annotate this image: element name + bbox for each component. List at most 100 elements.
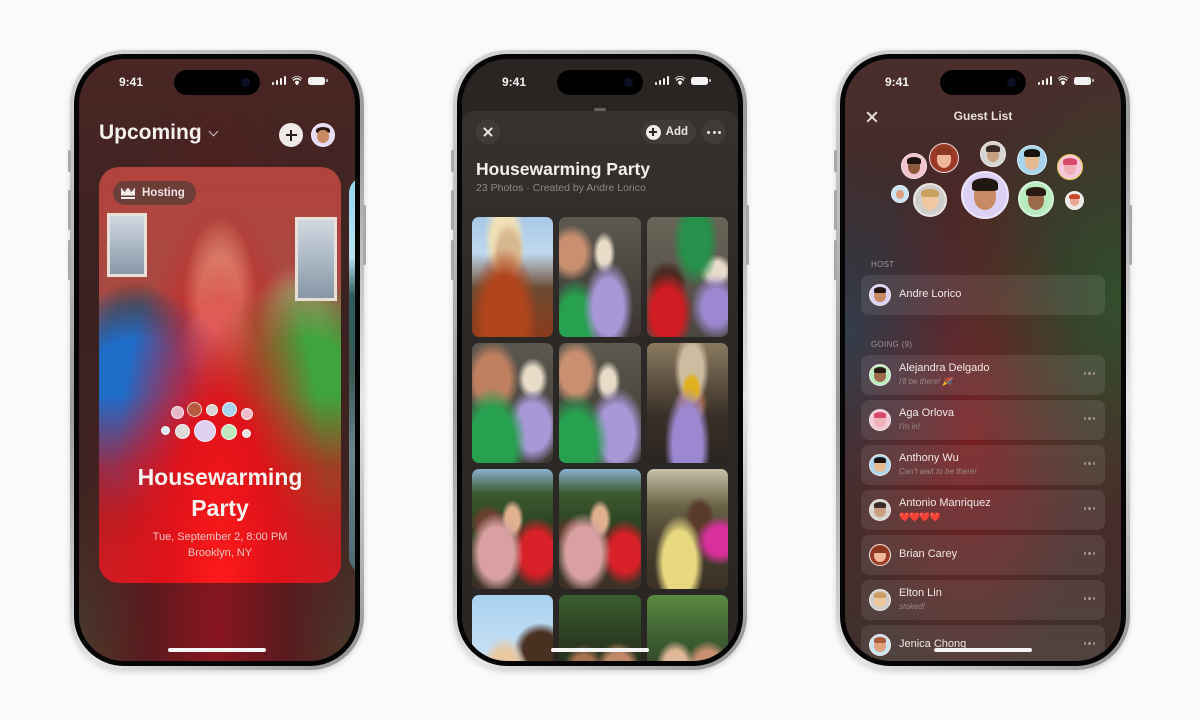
profile-avatar-button[interactable] — [311, 123, 335, 147]
guest-avatar — [1018, 181, 1054, 217]
guest-row[interactable]: Brian Carey — [861, 535, 1105, 575]
guest-more-button[interactable] — [1083, 597, 1095, 600]
home-indicator[interactable] — [168, 648, 266, 652]
ellipsis-icon — [1083, 372, 1086, 375]
battery-icon — [308, 76, 328, 85]
photo-grid — [472, 217, 728, 661]
guest-row[interactable]: Alejandra Delgado I'll be there! 🎉 — [861, 355, 1105, 395]
status-time: 9:41 — [502, 75, 527, 89]
guest-more-button[interactable] — [1083, 372, 1095, 375]
ellipsis-icon — [1083, 597, 1086, 600]
guest-more-button[interactable] — [1083, 507, 1095, 510]
battery-icon — [1074, 76, 1094, 85]
host-section-label: HOST — [871, 260, 895, 269]
guest-row[interactable]: Anthony Wu Can't wait to be there! — [861, 445, 1105, 485]
guest-avatar — [869, 589, 891, 611]
close-button[interactable] — [476, 120, 500, 144]
photo-thumbnail[interactable] — [646, 343, 728, 463]
guest-avatar — [913, 183, 947, 217]
guest-avatar — [901, 153, 927, 179]
album-subtitle: 23 Photos · Created by Andre Lorico — [476, 182, 646, 194]
chevron-down-icon — [208, 126, 219, 136]
status-bar: 9:41 — [462, 59, 738, 103]
photo-thumbnail[interactable] — [559, 343, 641, 463]
guest-avatar — [1017, 145, 1047, 175]
action-button — [451, 150, 454, 172]
add-event-button[interactable] — [279, 123, 303, 147]
guest-row[interactable]: Elton Lin stoked! — [861, 580, 1105, 620]
page-title: Guest List — [953, 109, 1013, 123]
event-title: Housewarming Party — [137, 464, 303, 521]
guest-avatar — [929, 143, 959, 173]
marketing-canvas: 9:41 Upcoming Hosting Housewarming Party… — [0, 0, 1200, 720]
dynamic-island — [557, 70, 643, 95]
ellipsis-icon — [702, 120, 726, 144]
guest-avatar — [869, 364, 891, 386]
volume-down-button — [834, 240, 837, 280]
event-card[interactable]: Hosting Housewarming Party Tue, Septembe… — [99, 167, 341, 583]
hosting-label: Hosting — [142, 187, 185, 199]
guest-row[interactable]: Antonio Manriquez ❤️❤️❤️❤️ — [861, 490, 1105, 530]
events-filter-dropdown[interactable]: Upcoming — [99, 121, 219, 145]
photo-thumbnail[interactable] — [646, 469, 728, 589]
guest-message: Can't wait to be there! — [899, 467, 977, 476]
host-name: Andre Lorico — [899, 288, 962, 300]
status-bar: 9:41 — [79, 59, 355, 103]
guest-avatar — [891, 185, 909, 203]
side-button — [1129, 205, 1132, 265]
home-indicator[interactable] — [934, 648, 1032, 652]
guest-avatar — [869, 499, 891, 521]
next-event-card-peek[interactable] — [349, 177, 355, 573]
guest-name: Alejandra Delgado — [899, 362, 990, 374]
cellular-signal-icon — [1037, 76, 1052, 85]
guest-message: I'm in! — [899, 422, 921, 431]
photo-thumbnail[interactable] — [559, 217, 641, 337]
photo-thumbnail[interactable] — [472, 469, 554, 589]
home-indicator[interactable] — [551, 648, 649, 652]
volume-up-button — [834, 190, 837, 230]
photo-thumbnail[interactable] — [472, 343, 554, 463]
phone-shared-album: 9:41 Add Housewarming Party 23 Photos · … — [451, 50, 749, 670]
action-button — [68, 150, 71, 172]
status-time: 9:41 — [885, 75, 910, 89]
photo-thumbnail[interactable] — [472, 595, 554, 661]
volume-up-button — [68, 190, 71, 230]
guest-row[interactable]: Aga Orlova I'm in! — [861, 400, 1105, 440]
guest-avatar — [869, 544, 891, 566]
volume-down-button — [68, 240, 71, 280]
ellipsis-icon — [1083, 552, 1086, 555]
add-label: Add — [665, 126, 688, 138]
hosting-badge: Hosting — [113, 181, 196, 205]
plus-circle-icon — [645, 124, 661, 140]
photo-thumbnail[interactable] — [646, 217, 728, 337]
guest-avatar-host — [961, 171, 1009, 219]
volume-up-button — [451, 190, 454, 230]
crown-icon — [121, 188, 135, 199]
guest-row[interactable]: Jenica Chong — [861, 625, 1105, 661]
ellipsis-icon — [1083, 507, 1086, 510]
upcoming-header: Upcoming — [99, 121, 335, 151]
building-window-right — [295, 217, 337, 301]
guest-name: Brian Carey — [899, 548, 958, 560]
guest-more-button[interactable] — [1083, 642, 1095, 645]
guest-more-button[interactable] — [1083, 462, 1095, 465]
photo-thumbnail[interactable] — [472, 217, 554, 337]
guest-more-button[interactable] — [1083, 417, 1095, 420]
ellipsis-icon — [1083, 462, 1086, 465]
photo-thumbnail[interactable] — [559, 469, 641, 589]
status-time: 9:41 — [119, 75, 144, 89]
host-row[interactable]: Andre Lorico — [861, 275, 1105, 315]
guest-avatar — [869, 454, 891, 476]
guest-avatar — [980, 141, 1006, 167]
event-location: Brooklyn, NY — [187, 547, 253, 559]
sheet-grabber[interactable] — [594, 108, 606, 111]
more-options-button[interactable] — [702, 120, 726, 144]
album-sheet: Add Housewarming Party 23 Photos · Creat… — [462, 108, 738, 661]
ellipsis-icon — [1083, 642, 1086, 645]
photo-thumbnail[interactable] — [646, 595, 728, 661]
going-section-label: GOING (9) — [871, 340, 913, 349]
guest-name: Anthony Wu — [899, 452, 959, 464]
guest-more-button[interactable] — [1083, 552, 1095, 555]
status-bar: 9:41 — [845, 59, 1121, 103]
add-photos-button[interactable]: Add — [640, 120, 696, 144]
